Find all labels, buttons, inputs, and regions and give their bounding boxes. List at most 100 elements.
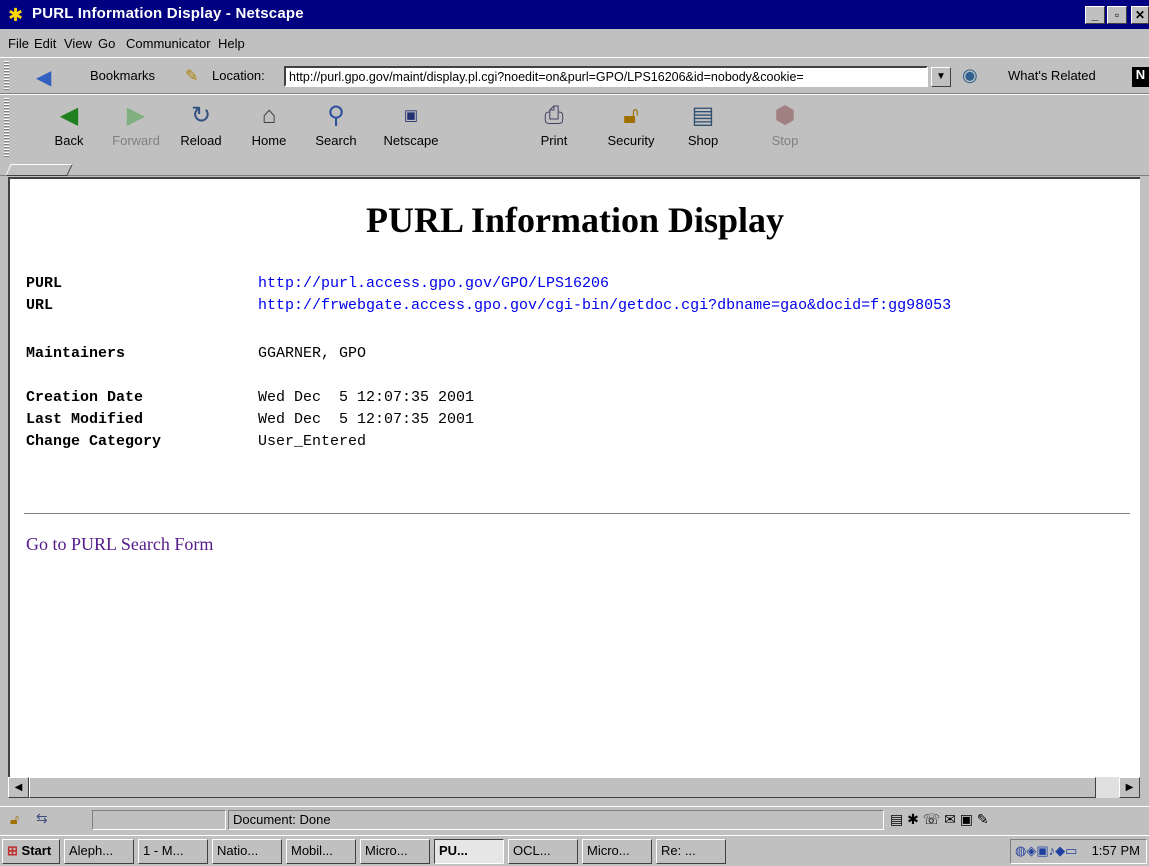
start-button[interactable]: ⊞ Start [2, 839, 60, 864]
back-arrow-icon: ◀ [59, 102, 79, 129]
search-icon: ⚲ [327, 102, 345, 129]
creation-date-label: Creation Date [26, 389, 144, 406]
menu-help[interactable]: Help [218, 36, 245, 51]
home-button[interactable]: ⌂ Home [238, 99, 300, 157]
netscape-n-icon[interactable]: N [1132, 67, 1149, 87]
location-icon[interactable]: ✎ [185, 66, 198, 86]
netscape-button[interactable]: ▣ Netscape [380, 99, 442, 157]
home-label: Home [251, 133, 287, 148]
windows-taskbar: ⊞ Start Aleph... 1 - M... Natio... Mobil… [0, 835, 1149, 866]
back-label: Back [54, 133, 84, 148]
menu-go[interactable]: Go [98, 36, 115, 51]
change-category-label: Change Category [26, 433, 162, 450]
menu-view[interactable]: View [64, 36, 92, 51]
url-label: URL [26, 297, 54, 314]
bookmarks-button[interactable]: Bookmarks [90, 68, 155, 83]
page-title: PURL Information Display [365, 200, 785, 240]
purl-label: PURL [26, 275, 63, 292]
location-dropdown-button[interactable]: ▼ [931, 67, 951, 87]
stop-button[interactable]: ⬢ Stop [754, 99, 816, 157]
toolbar-collapse-strip [0, 162, 1149, 176]
status-text: Document: Done [228, 810, 884, 830]
taskbar-item-aleph[interactable]: Aleph... [64, 839, 134, 864]
progress-bar [92, 810, 226, 830]
purl-link[interactable]: http://purl.access.gpo.gov/GPO/LPS16206 [258, 275, 609, 292]
whats-related-icon[interactable]: ◉ [962, 65, 978, 86]
horizontal-scrollbar[interactable]: ◀ ▶ [8, 777, 1140, 798]
close-button[interactable]: ✕ [1131, 6, 1149, 24]
taskbar-item-micro-2[interactable]: Micro... [582, 839, 652, 864]
menu-bar: File Edit View Go Communicator Help [0, 29, 1149, 57]
menu-file[interactable]: File [8, 36, 29, 51]
change-category-value: User_Entered [258, 433, 367, 450]
netscape-icon: ▣ [403, 107, 419, 124]
taskbar-item-mobil[interactable]: Mobil... [286, 839, 356, 864]
stop-icon: ⬢ [774, 102, 796, 129]
whats-related-button[interactable]: What's Related [1008, 68, 1096, 83]
horizontal-rule [24, 513, 1130, 515]
maintainers-value: GGARNER, GPO [258, 345, 367, 362]
taskbar-item-micro[interactable]: Micro... [360, 839, 430, 864]
bookmarks-icon[interactable]: ◀ [36, 65, 51, 90]
back-button[interactable]: ◀ Back [38, 99, 100, 157]
start-label: Start [21, 843, 52, 858]
forward-arrow-icon: ▶ [126, 102, 146, 129]
netscape-label: Netscape [383, 133, 439, 148]
window-title-bar[interactable]: ✱ PURL Information Display - Netscape _ … [0, 0, 1149, 29]
location-label: Location: [212, 68, 265, 83]
shop-label: Shop [687, 133, 719, 148]
system-tray: ◍◈▣♪◆▭ 1:57 PM [1010, 839, 1147, 864]
stop-label: Stop [771, 133, 799, 148]
scroll-right-button[interactable]: ▶ [1119, 777, 1140, 798]
toolbar-collapse-tab[interactable] [5, 164, 73, 176]
maintainers-label: Maintainers [26, 345, 126, 362]
status-component-icons[interactable]: ▤ ✱ ☏ ✉ ▣ ✎ [890, 811, 989, 828]
forward-button[interactable]: ▶ Forward [105, 99, 167, 157]
minimize-button[interactable]: _ [1085, 6, 1105, 24]
status-bar: 🔓︎ ⇆ Document: Done ▤ ✱ ☏ ✉ ▣ ✎ [0, 806, 1149, 833]
last-modified-label: Last Modified [26, 411, 144, 428]
maximize-button[interactable]: ▫ [1107, 6, 1127, 24]
netscape-logo-icon: ✱ [8, 5, 24, 25]
reload-button[interactable]: ↻ Reload [170, 99, 232, 157]
last-modified-value: Wed Dec 5 12:07:35 2001 [258, 411, 475, 428]
toolbar-grip[interactable] [4, 61, 9, 90]
windows-logo-icon: ⊞ [7, 843, 18, 858]
taskbar-item-m[interactable]: 1 - M... [138, 839, 208, 864]
print-label: Print [540, 133, 568, 148]
reload-label: Reload [180, 133, 222, 148]
taskbar-item-ocl[interactable]: OCL... [508, 839, 578, 864]
connection-icon: ⇆ [36, 810, 48, 826]
home-icon: ⌂ [261, 102, 277, 129]
purl-search-form-link[interactable]: Go to PURL Search Form [26, 534, 213, 555]
navigation-toolbar: ◀ Back ▶ Forward ↻ Reload ⌂ Home ⚲ Searc… [0, 94, 1149, 162]
print-icon: ⎙ [544, 102, 564, 129]
taskbar-item-re[interactable]: Re: ... [656, 839, 726, 864]
tray-icons[interactable]: ◍◈▣♪◆▭ [1015, 840, 1077, 862]
clock[interactable]: 1:57 PM [1092, 840, 1140, 862]
shop-icon: ▤ [691, 102, 715, 129]
security-button[interactable]: 🔓︎ Security [600, 99, 662, 157]
shop-button[interactable]: ▤ Shop [672, 99, 734, 157]
search-button[interactable]: ⚲ Search [305, 99, 367, 157]
search-label: Search [315, 133, 357, 148]
scrollbar-thumb[interactable] [29, 777, 1096, 798]
window-title: PURL Information Display - Netscape [32, 5, 304, 22]
security-label: Security [607, 133, 655, 148]
menu-edit[interactable]: Edit [34, 36, 56, 51]
scroll-left-button[interactable]: ◀ [8, 777, 29, 798]
forward-label: Forward [112, 133, 160, 148]
security-lock-icon[interactable]: 🔓︎ [10, 811, 19, 828]
location-toolbar: ◀ Bookmarks ✎ Location: http://purl.gpo.… [0, 57, 1149, 94]
page-content: PURL Information Display PURL http://pur… [8, 177, 1140, 777]
lock-icon: 🔓︎ [623, 102, 639, 129]
print-button[interactable]: ⎙ Print [523, 99, 585, 157]
menu-communicator[interactable]: Communicator [126, 36, 211, 51]
toolbar-grip[interactable] [4, 98, 9, 158]
creation-date-value: Wed Dec 5 12:07:35 2001 [258, 389, 475, 406]
taskbar-item-natio[interactable]: Natio... [212, 839, 282, 864]
taskbar-item-purl[interactable]: PU... [434, 839, 504, 864]
url-link[interactable]: http://frwebgate.access.gpo.gov/cgi-bin/… [258, 297, 951, 314]
location-input[interactable]: http://purl.gpo.gov/maint/display.pl.cgi… [284, 66, 928, 87]
reload-icon: ↻ [190, 102, 212, 129]
